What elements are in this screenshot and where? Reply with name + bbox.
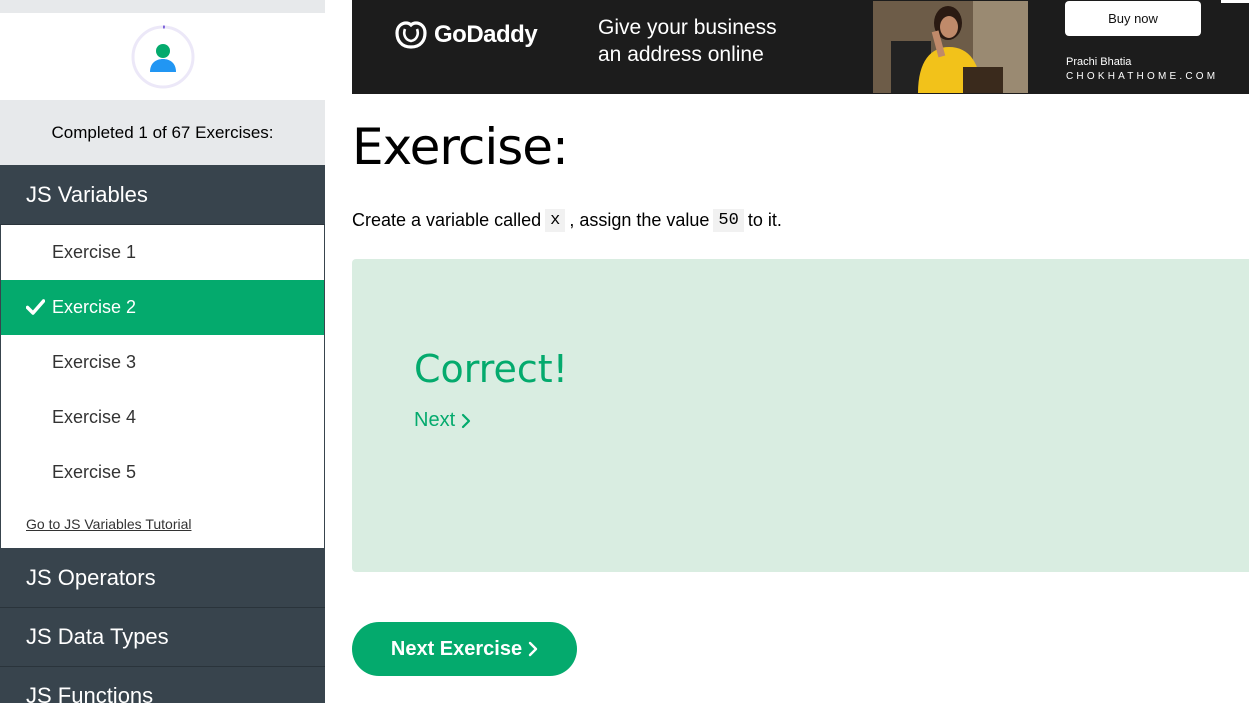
next-exercise-label: Next Exercise: [390, 637, 523, 660]
avatar-container: [0, 13, 325, 100]
ad-person-name: Prachi Bhatia: [1066, 56, 1132, 68]
exercise-item-1[interactable]: Exercise 1: [1, 225, 324, 280]
exercise-label: Exercise 4: [52, 407, 137, 427]
exercise-label: Exercise 5: [52, 462, 137, 482]
exercise-item-2[interactable]: Exercise 2: [1, 280, 324, 335]
sidebar-top-strip: [0, 0, 325, 13]
exercise-instruction: Create a variable called x , assign the …: [352, 209, 782, 232]
ad-tagline-line2: an address online: [598, 43, 764, 66]
progress-text: Completed 1 of 67 Exercises:: [51, 122, 274, 142]
avatar[interactable]: [131, 24, 195, 89]
code-variable-name: x: [545, 209, 566, 232]
next-link[interactable]: Next: [414, 409, 471, 432]
instruction-text-3: to it.: [747, 210, 782, 230]
instruction-text-2: , assign the value: [569, 210, 710, 230]
ad-brand-name: GoDaddy: [434, 21, 538, 48]
ad-site: CHOKHATHOME.COM: [1066, 71, 1219, 82]
ad-corner-mark: [1221, 0, 1249, 3]
exercise-label: Exercise 3: [52, 352, 137, 372]
result-box: Correct! Next: [352, 259, 1249, 572]
ad-photo: [873, 1, 1028, 93]
user-avatar-icon: [149, 43, 176, 72]
page-title: Exercise:: [352, 118, 569, 176]
ad-brand: GoDaddy: [394, 20, 538, 50]
result-title: Correct!: [414, 347, 568, 391]
ad-tagline-line1: Give your business: [598, 16, 777, 39]
next-exercise-button[interactable]: Next Exercise: [352, 622, 577, 676]
godaddy-logo-icon: [395, 21, 427, 49]
tutorial-link[interactable]: Go to JS Variables Tutorial: [1, 500, 324, 548]
instruction-text-1: Create a variable called: [352, 210, 542, 230]
code-value: 50: [713, 209, 744, 232]
sidebar: Completed 1 of 67 Exercises: JS Variable…: [0, 0, 325, 703]
ad-banner[interactable]: GoDaddy Give your business an address on…: [352, 0, 1249, 94]
exercise-label: Exercise 2: [52, 297, 137, 317]
section-header-js-variables[interactable]: JS Variables: [0, 165, 325, 225]
chevron-right-icon: [528, 641, 538, 657]
ad-photo-illustration: [873, 1, 1028, 93]
chevron-right-icon: [462, 413, 471, 428]
exercise-label: Exercise 1: [52, 242, 137, 262]
exercise-item-3[interactable]: Exercise 3: [1, 335, 324, 390]
next-link-label: Next: [414, 409, 456, 431]
exercise-item-4[interactable]: Exercise 4: [1, 390, 324, 445]
ad-tagline: Give your business an address online: [598, 14, 828, 68]
ad-buy-button[interactable]: Buy now: [1065, 1, 1201, 36]
exercise-item-5[interactable]: Exercise 5: [1, 445, 324, 500]
section-header-js-functions[interactable]: JS Functions: [0, 667, 325, 703]
check-icon: [26, 299, 45, 315]
section-header-js-operators[interactable]: JS Operators: [0, 549, 325, 608]
section-header-js-data-types[interactable]: JS Data Types: [0, 608, 325, 667]
exercise-list: Exercise 1 Exercise 2 Exercise 3 Exercis…: [0, 225, 325, 549]
